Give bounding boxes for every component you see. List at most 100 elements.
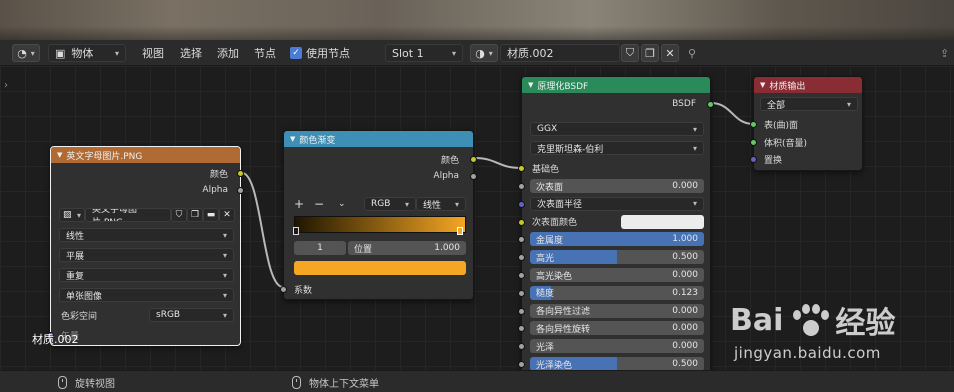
slot-select[interactable]: Slot 1 ▾: [385, 44, 463, 62]
projection-select[interactable]: 平展 ▾: [59, 248, 234, 262]
active-stop-index[interactable]: 1: [294, 241, 346, 255]
unlink-image-button[interactable]: ✕: [219, 208, 235, 222]
menu-add[interactable]: 添加: [217, 44, 239, 62]
fake-user-button[interactable]: ⛉: [621, 44, 639, 62]
distribution-value: GGX: [537, 124, 558, 134]
shield-icon: ⛉: [175, 210, 183, 220]
ramp-interp-select[interactable]: 线性 ▾: [416, 197, 466, 211]
material-browse-button[interactable]: ◑ ▾: [470, 44, 498, 62]
param-slider[interactable]: 各向异性旋转 0.000: [530, 321, 704, 336]
fake-user-button[interactable]: ⛉: [171, 208, 187, 222]
material-output-node[interactable]: ▼ 材质输出 全部 ▾ 表(曲)面 体积(音量) 置换: [750, 76, 863, 171]
image-name-field[interactable]: 英文字母图片.PNG: [85, 208, 171, 222]
param-input-socket[interactable]: [518, 254, 525, 262]
param-label: 高光染色: [536, 271, 573, 282]
editor-type-button[interactable]: ◔ ▾: [12, 44, 40, 62]
output-alpha-socket[interactable]: [237, 187, 244, 194]
material-name-field[interactable]: 材质.002: [500, 44, 620, 62]
param-slider[interactable]: 次表面 0.000: [530, 179, 704, 193]
param-input-socket[interactable]: [518, 272, 525, 279]
param-input-socket[interactable]: [518, 183, 525, 190]
param-slider[interactable]: 光泽染色 0.500: [530, 357, 704, 371]
distribution-select[interactable]: GGX ▾: [530, 122, 704, 136]
principled-bsdf-header[interactable]: ▼ 原理化BSDF: [522, 77, 710, 93]
add-stop-button[interactable]: +: [294, 197, 304, 211]
volume-input-socket[interactable]: [750, 139, 757, 146]
fac-input-socket[interactable]: [280, 286, 287, 293]
open-image-button[interactable]: ▬: [203, 208, 219, 222]
displacement-input-socket[interactable]: [750, 156, 757, 163]
param-input-socket[interactable]: [518, 325, 525, 333]
param-value: 0.000: [672, 270, 698, 280]
param-slider[interactable]: 各向异性过滤 0.000: [530, 303, 704, 318]
param-label: 各向异性过滤: [536, 307, 591, 318]
output-color-socket[interactable]: [237, 170, 244, 177]
color-ramp-header[interactable]: ▼ 颜色渐变: [284, 131, 473, 147]
base-color-socket[interactable]: [518, 165, 525, 172]
duplicate-image-button[interactable]: ❐: [187, 208, 203, 222]
shield-icon: ⛉: [625, 46, 635, 59]
image-icon: ▨: [63, 210, 72, 220]
param-slider[interactable]: 糙度 0.123: [530, 285, 704, 300]
output-target-select[interactable]: 全部 ▾: [760, 97, 858, 111]
chevron-down-icon: ▾: [76, 210, 81, 220]
param-slider[interactable]: 高光染色 0.000: [530, 268, 704, 282]
source-select[interactable]: 单张图像 ▾: [59, 288, 234, 302]
param-value: 0.123: [672, 287, 698, 298]
color-mode-select[interactable]: RGB ▾: [364, 197, 416, 211]
menu-select[interactable]: 选择: [180, 44, 202, 62]
chevron-down-icon: ▾: [692, 143, 697, 153]
param-input-socket[interactable]: [518, 200, 525, 208]
chevron-down-icon: ▾: [222, 250, 227, 260]
material-output-header[interactable]: ▼ 材质输出: [754, 77, 862, 93]
colorspace-select[interactable]: sRGB ▾: [149, 308, 234, 322]
duplicate-material-button[interactable]: ❐: [641, 44, 659, 62]
ramp-stop-end[interactable]: [457, 227, 463, 235]
ramp-stop-start[interactable]: [293, 227, 299, 235]
status-rotate-view: 旋转视图: [58, 375, 115, 390]
param-slider[interactable]: 光泽 0.000: [530, 339, 704, 354]
extension-value: 重复: [66, 271, 85, 282]
object-mode-select[interactable]: ▣ 物体 ▾: [48, 44, 126, 62]
sidebar-toggle-icon[interactable]: ›: [4, 80, 8, 91]
param-select[interactable]: 次表面半径 ▾: [530, 196, 704, 211]
stop-color-swatch[interactable]: [294, 261, 466, 275]
param-input-socket[interactable]: [518, 361, 525, 368]
remove-stop-button[interactable]: −: [314, 197, 324, 211]
stop-position-field[interactable]: 位置 1.000: [348, 241, 466, 255]
chevron-down-icon: ▾: [454, 199, 459, 209]
use-nodes-toggle[interactable]: ✓ 使用节点: [290, 44, 350, 62]
close-icon: ✕: [665, 46, 675, 60]
extension-select[interactable]: 重复 ▾: [59, 268, 234, 282]
output-color-socket[interactable]: [470, 156, 477, 163]
close-icon: ✕: [223, 210, 231, 220]
checkbox-icon: ✓: [290, 47, 302, 59]
output-alpha-socket[interactable]: [470, 173, 477, 180]
color-ramp-gradient[interactable]: [294, 216, 466, 233]
volume-input-label: 体积(音量): [764, 138, 808, 149]
param-label: 光泽: [536, 342, 555, 353]
param-slider[interactable]: 高光 0.500: [530, 250, 704, 265]
ramp-menu-chevron-icon[interactable]: ⌄: [338, 197, 346, 211]
interpolation-select[interactable]: 线性 ▾: [59, 228, 234, 242]
pin-button[interactable]: ⚲: [688, 44, 696, 62]
param-input-socket[interactable]: [518, 343, 525, 351]
param-input-socket[interactable]: [518, 289, 525, 297]
unlink-material-button[interactable]: ✕: [661, 44, 679, 62]
param-input-socket[interactable]: [518, 236, 525, 244]
bsdf-output-socket[interactable]: [707, 101, 714, 108]
menu-view[interactable]: 视图: [142, 44, 164, 62]
image-texture-node[interactable]: ▼ 英文字母图片.PNG 颜色 Alpha ▨▾ 英文字母图片.PNG ⛉ ❐ …: [47, 146, 244, 346]
param-input-socket[interactable]: [518, 307, 525, 315]
surface-input-socket[interactable]: [750, 121, 757, 128]
subsurface-color-swatch[interactable]: [621, 214, 704, 229]
param-slider[interactable]: 金属度 1.000: [530, 232, 704, 247]
image-browse-button[interactable]: ▨ ▾: [59, 208, 85, 222]
color-ramp-node[interactable]: ▼ 颜色渐变 颜色 Alpha + − ⌄ RGB ▾ 线性 ▾ 1 位置 1.…: [280, 130, 477, 300]
subsurface-method-select[interactable]: 克里斯坦森-伯利 ▾: [530, 141, 704, 155]
menu-node[interactable]: 节点: [254, 44, 276, 62]
upload-icon[interactable]: ⇪: [940, 44, 949, 62]
principled-bsdf-node[interactable]: ▼ 原理化BSDF BSDF GGX ▾ 克里斯坦森-伯利 ▾ 基础色 次表面 0…: [518, 76, 714, 376]
param-input-socket[interactable]: [518, 218, 525, 226]
image-texture-header[interactable]: ▼ 英文字母图片.PNG: [51, 147, 240, 163]
